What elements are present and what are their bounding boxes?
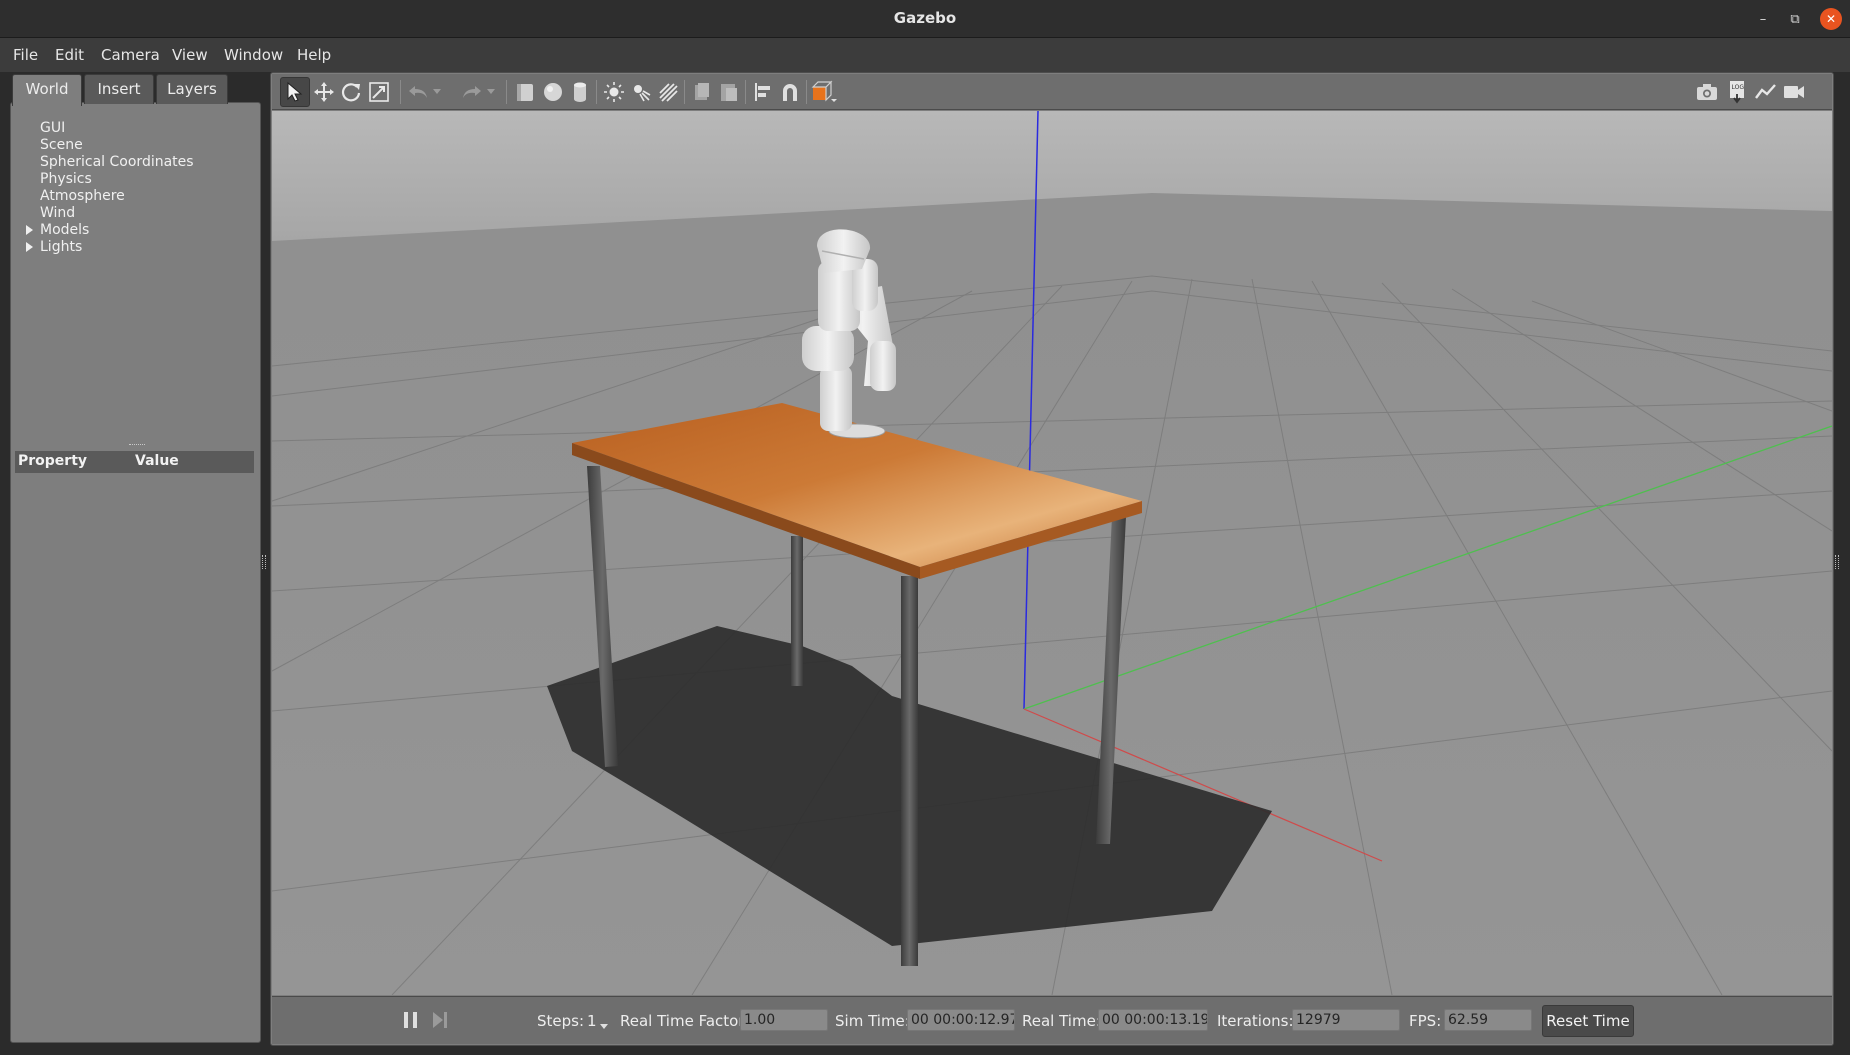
right-splitter-handle[interactable] bbox=[1835, 555, 1839, 569]
tree-item-atmosphere[interactable]: Atmosphere bbox=[40, 188, 125, 205]
align-icon[interactable] bbox=[748, 77, 778, 107]
select-arrow-icon[interactable] bbox=[280, 77, 310, 107]
tree-item-spherical-coordinates[interactable]: Spherical Coordinates bbox=[40, 154, 194, 171]
expand-lights-icon[interactable] bbox=[26, 242, 33, 252]
rotate-icon[interactable] bbox=[336, 77, 366, 107]
real-time-factor-label: Real Time Factor: bbox=[620, 1012, 750, 1030]
plot-icon[interactable] bbox=[1751, 77, 1781, 107]
property-column-header: Property bbox=[18, 453, 88, 469]
cylinder-shape-icon[interactable] bbox=[565, 77, 595, 107]
tree-item-scene[interactable]: Scene bbox=[40, 137, 83, 154]
value-column-header: Value bbox=[135, 453, 179, 469]
sim-time-field: 00 00:00:12.979 bbox=[907, 1009, 1015, 1031]
point-light-icon[interactable] bbox=[599, 77, 629, 107]
scale-icon[interactable] bbox=[364, 77, 394, 107]
tree-item-lights[interactable]: Lights bbox=[40, 239, 82, 256]
scene-viewport[interactable] bbox=[272, 111, 1832, 995]
copy-icon[interactable] bbox=[687, 77, 717, 107]
svg-text:LOG: LOG bbox=[1732, 84, 1745, 91]
world-panel: GUI Scene Spherical Coordinates Physics … bbox=[10, 72, 261, 1043]
paste-icon[interactable] bbox=[714, 77, 744, 107]
menu-file[interactable]: File bbox=[13, 38, 38, 72]
maximize-icon[interactable]: ⧉ bbox=[1784, 8, 1806, 30]
close-icon[interactable]: ✕ bbox=[1820, 8, 1842, 30]
expand-models-icon[interactable] bbox=[26, 225, 33, 235]
property-table-header: Property Value bbox=[15, 451, 254, 473]
left-splitter-handle[interactable] bbox=[262, 555, 266, 569]
pause-icon[interactable] bbox=[396, 1005, 426, 1035]
reset-time-button[interactable]: Reset Time bbox=[1542, 1005, 1634, 1037]
menu-view[interactable]: View bbox=[172, 38, 208, 72]
steps-label: Steps: bbox=[537, 1012, 585, 1030]
snap-magnet-icon[interactable] bbox=[775, 77, 805, 107]
steps-value[interactable]: 1 bbox=[587, 1012, 597, 1030]
translate-icon[interactable] bbox=[309, 77, 339, 107]
scene-render bbox=[272, 111, 1832, 995]
tree-item-physics[interactable]: Physics bbox=[40, 171, 92, 188]
menu-help[interactable]: Help bbox=[297, 38, 331, 72]
video-record-icon[interactable] bbox=[1779, 77, 1809, 107]
tab-world[interactable]: World bbox=[12, 74, 82, 106]
fps-field: 62.59 bbox=[1444, 1009, 1532, 1031]
step-forward-icon[interactable] bbox=[425, 1005, 455, 1035]
world-panel-body: GUI Scene Spherical Coordinates Physics … bbox=[10, 102, 261, 1043]
menu-edit[interactable]: Edit bbox=[55, 38, 84, 72]
box-shape-icon[interactable] bbox=[510, 77, 540, 107]
window-title: Gazebo bbox=[893, 9, 957, 27]
tree-item-wind[interactable]: Wind bbox=[40, 205, 75, 222]
steps-dropdown-icon[interactable] bbox=[600, 1016, 608, 1034]
real-time-label: Real Time: bbox=[1022, 1012, 1101, 1030]
log-icon[interactable]: LOG bbox=[1723, 77, 1753, 107]
minimize-icon[interactable]: – bbox=[1752, 8, 1774, 30]
iterations-label: Iterations: bbox=[1217, 1012, 1294, 1030]
redo-icon[interactable] bbox=[456, 77, 486, 107]
iterations-field: 12979 bbox=[1292, 1009, 1400, 1031]
tree-item-gui[interactable]: GUI bbox=[40, 120, 65, 137]
window-titlebar: Gazebo – ⧉ ✕ bbox=[0, 0, 1850, 38]
tab-layers[interactable]: Layers bbox=[156, 74, 228, 104]
sphere-shape-icon[interactable] bbox=[538, 77, 568, 107]
tab-insert[interactable]: Insert bbox=[84, 74, 154, 104]
real-time-factor-field: 1.00 bbox=[740, 1009, 828, 1031]
view-angle-icon[interactable] bbox=[809, 77, 839, 107]
sim-time-label: Sim Time: bbox=[835, 1012, 910, 1030]
tree-item-models[interactable]: Models bbox=[40, 222, 89, 239]
menu-window[interactable]: Window bbox=[224, 38, 283, 72]
real-time-field: 00 00:00:13.192 bbox=[1098, 1009, 1208, 1031]
menu-bar: File Edit Camera View Window Help bbox=[0, 38, 1850, 72]
spot-light-icon[interactable] bbox=[626, 77, 656, 107]
fps-label: FPS: bbox=[1409, 1012, 1442, 1030]
undo-dropdown-icon[interactable] bbox=[430, 77, 444, 107]
directional-light-icon[interactable] bbox=[653, 77, 683, 107]
menu-camera[interactable]: Camera bbox=[101, 38, 160, 72]
simulation-status-bar: Steps: 1 Real Time Factor: 1.00 Sim Time… bbox=[272, 996, 1832, 1044]
redo-dropdown-icon[interactable] bbox=[484, 77, 498, 107]
screenshot-camera-icon[interactable] bbox=[1692, 77, 1722, 107]
panel-splitter-handle[interactable] bbox=[129, 444, 145, 447]
scene-toolbar: LOG bbox=[272, 74, 1832, 110]
